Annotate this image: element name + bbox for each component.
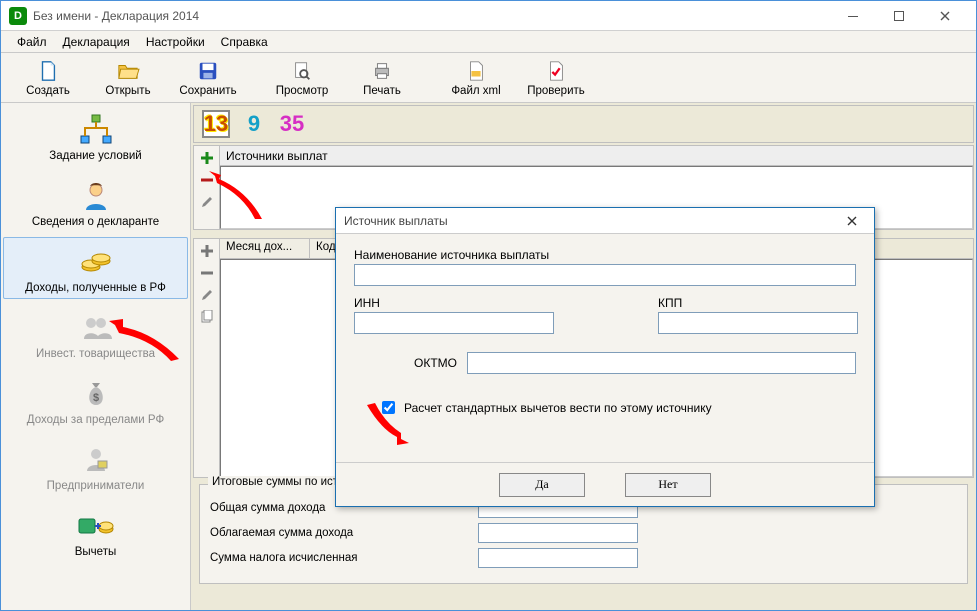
tool-create-label: Создать [26,85,70,97]
dialog-yes-button[interactable]: Да [499,473,585,497]
menu-help[interactable]: Справка [213,33,276,51]
add-month-button[interactable] [199,243,215,259]
menu-bar: Файл Декларация Настройки Справка [1,31,976,53]
sources-header: Источники выплат [220,146,973,166]
tax-rate-bar: 13 9 35 [193,105,974,143]
oktmo-label: ОКТМО [414,356,457,370]
tool-xml[interactable]: Файл xml [437,59,515,97]
svg-text:$: $ [92,392,98,404]
tax-calculated-label: Сумма налога исчисленная [210,552,470,564]
tool-preview[interactable]: Просмотр [263,59,341,97]
dialog-close-button[interactable] [838,208,866,234]
source-name-label: Наименование источника выплаты [354,248,856,262]
toolbar: Создать Откpыть Сохранить Просмотр Печа [1,53,976,103]
sidebar-entrepreneurs-label: Предприниматели [47,480,145,492]
new-file-icon [36,59,60,83]
sidebar-income-rf[interactable]: Доходы, полученные в РФ [3,237,188,299]
sidebar-deductions-label: Вычеты [75,546,116,558]
oktmo-input[interactable] [467,352,856,374]
sidebar-declarant-label: Сведения о декларанте [32,216,159,228]
col-month[interactable]: Месяц дох... [220,239,310,258]
coins-icon [76,244,116,280]
conditions-icon [76,112,116,148]
sidebar-entrepreneurs[interactable]: Предприниматели [3,435,188,497]
folder-open-icon [116,59,140,83]
sidebar-income-abroad-label: Доходы за пределами РФ [27,414,164,426]
menu-settings[interactable]: Настройки [138,33,213,51]
inn-input[interactable] [354,312,554,334]
sidebar-declarant[interactable]: Сведения о декларанте [3,171,188,233]
add-source-button[interactable] [199,150,215,166]
sidebar-invest-label: Инвест. товарищества [36,348,155,360]
dialog-titlebar: Источник выплаты [336,208,874,234]
sidebar-conditions-label: Задание условий [49,150,141,162]
app-window: D Без имени - Декларация 2014 Файл Декла… [0,0,977,611]
months-toolbar [194,239,220,477]
sidebar-conditions[interactable]: Задание условий [3,105,188,167]
titlebar: D Без имени - Декларация 2014 [1,1,976,31]
kpp-input[interactable] [658,312,858,334]
preview-icon [290,59,314,83]
print-icon [370,59,394,83]
repeat-month-button[interactable] [199,309,215,325]
tax-calculated-input[interactable] [478,548,638,568]
std-deduction-checkbox[interactable] [382,401,395,414]
remove-source-button[interactable] [199,172,215,188]
tool-open[interactable]: Откpыть [89,59,167,97]
tool-save[interactable]: Сохранить [169,59,247,97]
tool-check-label: Проверить [527,85,585,97]
tool-create[interactable]: Создать [9,59,87,97]
menu-file[interactable]: Файл [9,33,55,51]
maximize-button[interactable] [876,1,922,31]
declarant-icon [76,178,116,214]
sources-toolbar [194,146,220,229]
check-icon [544,59,568,83]
app-logo-icon: D [9,7,27,25]
kpp-label: КПП [658,296,858,310]
menu-declaration[interactable]: Декларация [55,33,138,51]
sidebar-invest[interactable]: Инвест. товарищества [3,303,188,365]
source-name-input[interactable] [354,264,856,286]
window-controls [830,1,968,31]
moneybag-icon: $ [76,376,116,412]
tool-check[interactable]: Проверить [517,59,595,97]
taxable-income-input[interactable] [478,523,638,543]
tool-save-label: Сохранить [179,85,236,97]
rate-9-button[interactable]: 9 [240,110,268,138]
deductions-icon [76,508,116,544]
sidebar-income-abroad[interactable]: $ Доходы за пределами РФ [3,369,188,431]
source-dialog: Источник выплаты Наименование источника … [335,207,875,507]
sidebar-income-rf-label: Доходы, полученные в РФ [25,282,166,294]
sidebar-deductions[interactable]: Вычеты [3,501,188,563]
window-title: Без имени - Декларация 2014 [33,9,830,23]
invest-icon [76,310,116,346]
tool-preview-label: Просмотр [276,85,329,97]
tool-xml-label: Файл xml [451,85,500,97]
minimize-button[interactable] [830,1,876,31]
inn-label: ИНН [354,296,554,310]
tool-open-label: Откpыть [105,85,150,97]
tool-print-label: Печать [363,85,401,97]
sidebar: Задание условий Сведения о декларанте До… [1,103,191,610]
dialog-title: Источник выплаты [344,214,448,228]
dialog-footer: Да Нет [336,462,874,506]
rate-35-button[interactable]: 35 [278,110,306,138]
xml-file-icon [464,59,488,83]
tool-print[interactable]: Печать [343,59,421,97]
remove-month-button[interactable] [199,265,215,281]
std-deduction-label: Расчет стандартных вычетов вести по этом… [404,401,712,415]
taxable-income-label: Облагаемая сумма дохода [210,527,470,539]
rate-13-button[interactable]: 13 [202,110,230,138]
dialog-no-button[interactable]: Нет [625,473,711,497]
save-icon [196,59,220,83]
entrepreneurs-icon [76,442,116,478]
edit-month-button[interactable] [199,287,215,303]
dialog-body: Наименование источника выплаты ИНН КПП О… [336,234,874,462]
close-button[interactable] [922,1,968,31]
edit-source-button[interactable] [199,194,215,210]
